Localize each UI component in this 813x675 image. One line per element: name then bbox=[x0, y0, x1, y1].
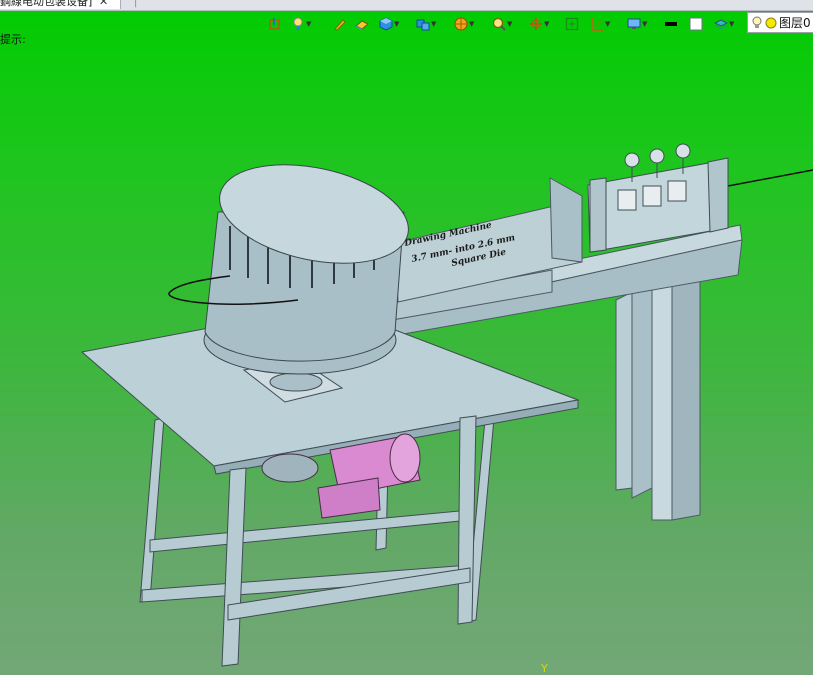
chevron-down-icon: ▼ bbox=[306, 19, 312, 28]
view-toolbar: ▼ ▼ ▼ ▼ ▼ ▼ ▼ ▼ ▼ bbox=[266, 13, 813, 33]
rotate-axis-icon bbox=[530, 17, 542, 30]
display-monitor-icon bbox=[627, 18, 641, 29]
toolbar-tool-4[interactable] bbox=[355, 15, 369, 32]
chevron-down-icon: ▼ bbox=[642, 19, 648, 28]
eraser-icon bbox=[355, 19, 369, 30]
chevron-down-icon: ▼ bbox=[431, 19, 437, 28]
toolbar-tool-13[interactable] bbox=[664, 15, 678, 32]
right-support-column bbox=[615, 271, 701, 521]
chevron-down-icon: ▼ bbox=[605, 19, 611, 28]
toolbar-tool-12[interactable]: ▼ bbox=[627, 15, 647, 32]
axis-y-label: Y bbox=[541, 662, 548, 675]
toolbar-tool-3[interactable] bbox=[333, 15, 347, 32]
toolbar-tool-5[interactable]: ▼ bbox=[379, 15, 399, 32]
toolbar-tool-1[interactable] bbox=[268, 15, 282, 32]
layers-stack-icon bbox=[714, 18, 728, 29]
render-sphere-icon bbox=[454, 17, 468, 30]
toolbar-tool-15[interactable]: ▼ bbox=[714, 15, 734, 32]
toolbar-tool-8[interactable]: ▼ bbox=[492, 15, 512, 32]
toolbar-tool-7[interactable]: ▼ bbox=[454, 15, 474, 32]
chevron-down-icon: ▼ bbox=[729, 19, 735, 28]
light-bulb-icon bbox=[752, 16, 762, 28]
wire-drum bbox=[203, 164, 409, 375]
chevron-down-icon: ▼ bbox=[394, 19, 400, 28]
sketch-tool-icon bbox=[269, 17, 280, 30]
white-swatch-icon bbox=[689, 17, 703, 30]
layer-color-dot-icon bbox=[765, 17, 777, 28]
multi-cube-icon bbox=[416, 19, 430, 30]
chevron-down-icon: ▼ bbox=[469, 19, 475, 28]
chevron-down-icon: ▼ bbox=[507, 19, 513, 28]
layer-selector[interactable]: 图层0 bbox=[747, 12, 813, 33]
toolbar-tool-11[interactable]: ▼ bbox=[590, 15, 610, 32]
section-plane-icon bbox=[591, 17, 603, 31]
toolbar-tool-14[interactable] bbox=[689, 15, 703, 32]
light-bulb-pin-icon bbox=[293, 17, 303, 30]
3d-viewport[interactable]: Drawing Machine 3.7 mm- into 2.6 mm Squa… bbox=[0, 0, 813, 675]
black-swatch-icon bbox=[665, 21, 677, 26]
pen-icon bbox=[334, 18, 346, 30]
chevron-down-icon: ▼ bbox=[544, 19, 550, 28]
toolbar-tool-2[interactable]: ▼ bbox=[291, 15, 311, 32]
wire-out bbox=[727, 169, 813, 187]
cube-icon bbox=[379, 16, 393, 31]
toolbar-tool-10[interactable] bbox=[565, 15, 579, 32]
fit-view-icon bbox=[565, 17, 579, 30]
toolbar-tool-9[interactable]: ▼ bbox=[529, 15, 549, 32]
zoom-search-icon bbox=[492, 17, 506, 31]
layer-name: 图层0 bbox=[779, 16, 811, 30]
toolbar-tool-6[interactable]: ▼ bbox=[416, 15, 436, 32]
